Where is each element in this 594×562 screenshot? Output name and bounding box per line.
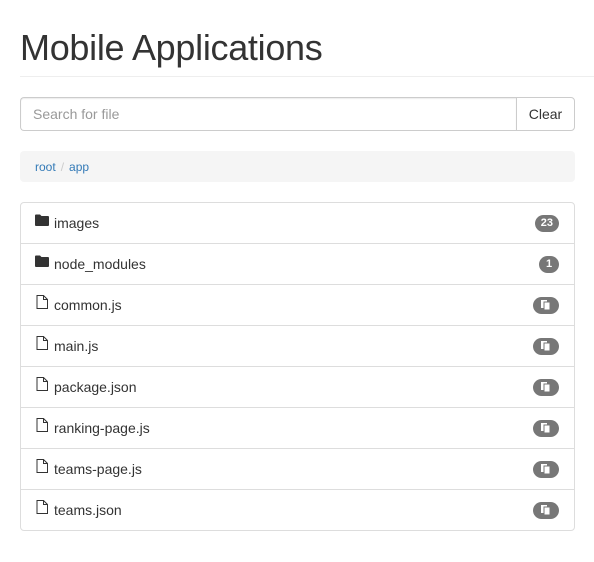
breadcrumb-separator: / — [60, 159, 65, 174]
search-input[interactable] — [20, 97, 516, 131]
copy-icon — [541, 341, 551, 352]
copy-button[interactable] — [533, 419, 559, 437]
copy-icon — [541, 423, 551, 434]
file-name: ranking-page.js — [54, 420, 150, 436]
list-item-file[interactable]: teams-page.js — [21, 448, 574, 489]
breadcrumb-item-app[interactable]: app — [69, 160, 89, 174]
file-name: main.js — [54, 338, 99, 354]
item-count-badge: 1 — [539, 255, 559, 273]
page-title: Mobile Applications — [20, 27, 323, 68]
list-item-folder[interactable]: images 23 — [21, 203, 574, 243]
copy-button[interactable] — [533, 501, 559, 519]
file-name: package.json — [54, 379, 137, 395]
copy-button[interactable] — [533, 296, 559, 314]
breadcrumb-item-root[interactable]: root — [35, 160, 56, 174]
file-icon — [36, 418, 48, 432]
file-icon — [36, 459, 48, 473]
file-name: teams.json — [54, 502, 122, 518]
folder-icon — [35, 214, 49, 226]
list-item-file[interactable]: ranking-page.js — [21, 407, 574, 448]
copy-button[interactable] — [533, 460, 559, 478]
file-name: common.js — [54, 297, 122, 313]
list-item-file[interactable]: package.json — [21, 366, 574, 407]
copy-icon — [541, 300, 551, 311]
file-name: node_modules — [54, 256, 146, 272]
copy-icon — [541, 382, 551, 393]
copy-icon — [541, 464, 551, 475]
file-list: images 23 node_modules 1 common.js main.… — [20, 202, 575, 531]
file-name: teams-page.js — [54, 461, 142, 477]
file-name: images — [54, 215, 100, 231]
copy-button[interactable] — [533, 337, 559, 355]
list-item-folder[interactable]: node_modules 1 — [21, 243, 574, 284]
file-icon — [36, 295, 48, 309]
breadcrumb: root / app — [20, 151, 575, 182]
file-icon — [36, 500, 48, 514]
clear-button[interactable]: Clear — [516, 97, 575, 131]
list-item-file[interactable]: main.js — [21, 325, 574, 366]
item-count-badge: 23 — [534, 214, 559, 232]
folder-icon — [35, 255, 49, 267]
list-item-file[interactable]: common.js — [21, 284, 574, 325]
list-item-file[interactable]: teams.json — [21, 489, 574, 530]
copy-button[interactable] — [533, 378, 559, 396]
copy-icon — [541, 505, 551, 516]
search-group: Clear — [20, 97, 575, 131]
page: Mobile Applications Clear root / app ima… — [0, 0, 594, 562]
title-divider — [20, 76, 594, 77]
file-icon — [36, 377, 48, 391]
file-icon — [36, 336, 48, 350]
